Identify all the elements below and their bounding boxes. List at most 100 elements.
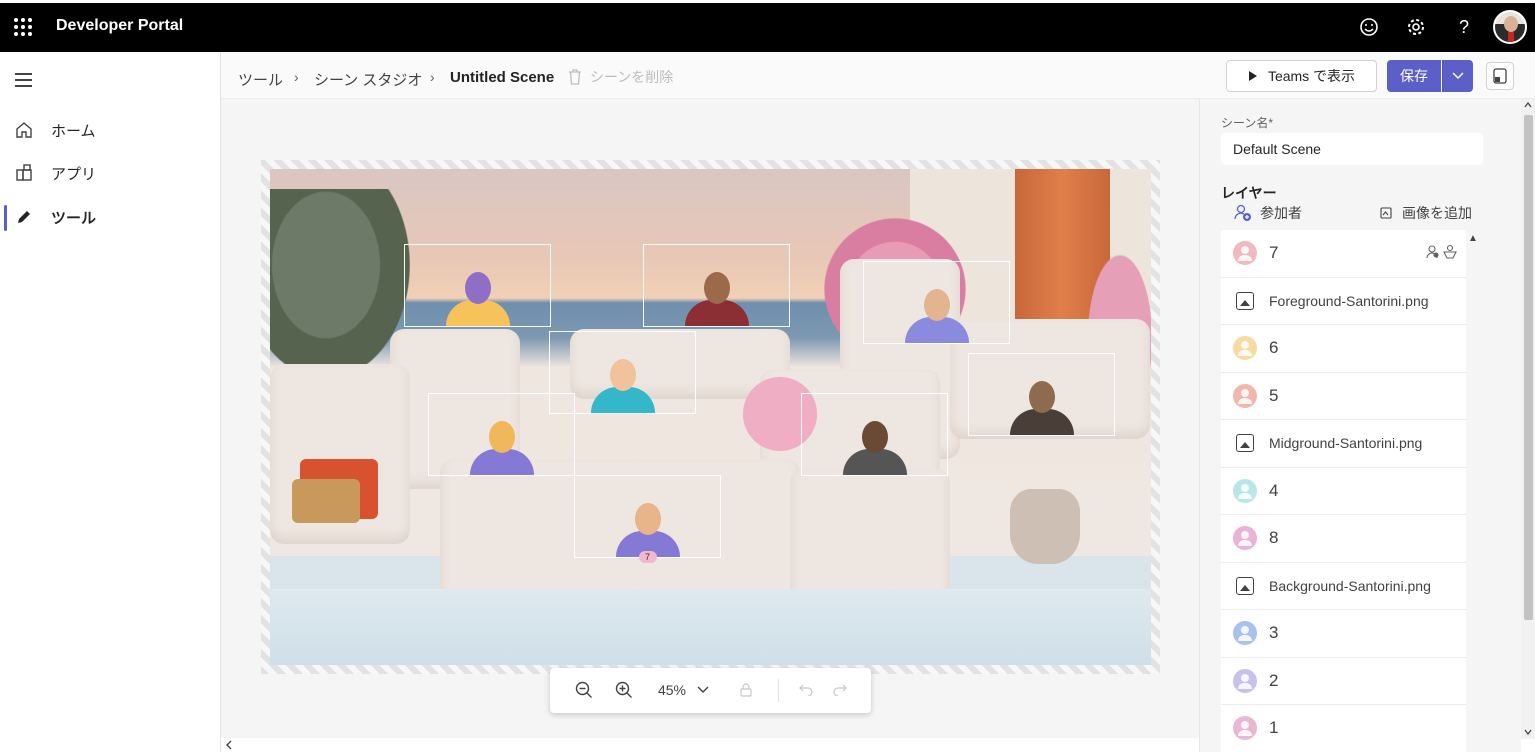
scrollbar-thumb[interactable] (1524, 115, 1533, 620)
hamburger-menu-icon[interactable] (15, 73, 32, 91)
zoom-level[interactable]: 45% (654, 680, 690, 700)
layer-label: Foreground-Santorini.png (1269, 292, 1429, 309)
layer-label: 2 (1269, 670, 1279, 690)
apps-icon (16, 164, 32, 181)
toggle-panel-button[interactable] (1486, 62, 1514, 90)
app-launcher-icon[interactable] (14, 18, 32, 36)
participant-avatar-icon (1233, 478, 1257, 503)
layer-list: 7 Foreground-Santorini.png 6 5 Midground… (1221, 230, 1466, 752)
breadcrumb-current-scene: Untitled Scene (450, 69, 555, 86)
command-bar: ツール › シーン スタジオ › Untitled Scene シーンを削除 T… (221, 52, 1535, 99)
undo-icon[interactable] (798, 680, 814, 700)
zoom-dropdown-chevron-icon[interactable] (695, 680, 711, 700)
scene-name-label: シーン名* (1221, 116, 1274, 130)
layer-item[interactable]: 2 (1221, 658, 1466, 705)
participant-slot[interactable] (404, 244, 551, 327)
pencil-icon (18, 211, 30, 223)
participant-slot[interactable]: 7 (574, 475, 721, 563)
add-participant-label: 参加者 (1260, 205, 1302, 221)
participant-slot[interactable] (801, 393, 948, 476)
participant-avatar: 7 (608, 497, 688, 563)
participant-avatar-icon (1233, 621, 1257, 646)
participant-avatar-icon (1233, 526, 1257, 551)
participant-avatar (462, 415, 542, 475)
layer-list-scroll-up-icon[interactable]: ▲ (1468, 233, 1478, 244)
lock-icon[interactable] (738, 680, 754, 700)
image-layer-icon (1236, 434, 1254, 453)
vertical-scrollbar[interactable] (1521, 99, 1535, 739)
zoom-toolbar: 45% (550, 668, 871, 713)
feedback-smiley-icon[interactable] (1358, 16, 1380, 38)
layer-label: Background-Santorini.png (1269, 577, 1431, 594)
nav-item-tools[interactable]: ツール (0, 197, 220, 237)
save-button[interactable]: 保存 (1387, 60, 1441, 92)
app-title[interactable]: Developer Portal (56, 17, 183, 35)
participant-slot[interactable] (428, 393, 575, 476)
layer-label: Midground-Santorini.png (1269, 435, 1423, 452)
nav-item-label: ホーム (51, 122, 96, 140)
participant-slot[interactable] (968, 353, 1115, 436)
participant-avatar (438, 266, 518, 326)
image-layer-icon (1236, 576, 1254, 595)
layer-label: 3 (1269, 623, 1279, 643)
participant-slot[interactable] (863, 261, 1010, 344)
layer-item[interactable]: 6 (1221, 325, 1466, 373)
panel-icon (1493, 68, 1507, 84)
save-options-dropdown[interactable] (1442, 60, 1473, 92)
layer-item[interactable]: Background-Santorini.png (1221, 563, 1466, 610)
scroll-up-icon[interactable] (1524, 102, 1532, 108)
layer-label: 5 (1269, 385, 1279, 405)
nav-item-apps[interactable]: アプリ (0, 153, 220, 193)
participant-avatar-icon (1233, 668, 1257, 693)
scroll-left-icon[interactable] (225, 740, 233, 750)
zoom-in-icon[interactable] (614, 680, 634, 700)
participant-slot[interactable] (643, 244, 790, 327)
layer-item[interactable]: 4 (1221, 468, 1466, 515)
home-icon (16, 122, 32, 138)
layers-heading: レイヤー (1221, 185, 1277, 201)
participant-number-badge: 7 (638, 551, 657, 563)
trash-icon (569, 69, 581, 85)
layer-item[interactable]: 3 (1221, 610, 1466, 658)
scroll-down-icon[interactable] (1524, 729, 1532, 735)
delete-scene-button[interactable]: シーンを削除 (568, 67, 673, 87)
participant-avatar-icon (1233, 716, 1257, 741)
scene-canvas-border: 7 (261, 160, 1160, 674)
layer-item[interactable]: 5 (1221, 373, 1466, 420)
nav-item-home[interactable]: ホーム (0, 110, 220, 150)
participant-avatar (835, 415, 915, 475)
participant-avatar (897, 283, 977, 343)
help-icon[interactable]: ? (1453, 16, 1475, 38)
layer-item[interactable]: Midground-Santorini.png (1221, 420, 1466, 468)
play-icon (1248, 71, 1257, 81)
user-avatar[interactable] (1493, 10, 1527, 44)
breadcrumb-scene-studio[interactable]: シーン スタジオ (314, 69, 422, 90)
layer-label: 6 (1269, 338, 1279, 358)
participant-avatar-icon (1233, 241, 1257, 266)
nav-item-label: アプリ (51, 165, 97, 183)
participant-avatar-icon (1233, 383, 1257, 408)
layer-label: 1 (1269, 718, 1279, 738)
redo-icon[interactable] (832, 680, 848, 700)
settings-gear-icon[interactable] (1405, 16, 1427, 38)
image-icon (1380, 207, 1392, 219)
participant-avatar (583, 353, 663, 413)
add-person-icon (1234, 204, 1251, 221)
nav-item-label: ツール (51, 209, 97, 227)
view-in-teams-button[interactable]: Teams で表示 (1226, 60, 1377, 92)
scene-preview-image[interactable]: 7 (270, 169, 1151, 665)
layer-item[interactable]: Foreground-Santorini.png (1221, 278, 1466, 325)
layer-item[interactable]: 8 (1221, 515, 1466, 563)
layer-item[interactable]: 1 (1221, 705, 1466, 752)
scene-name-input[interactable]: Default Scene (1221, 133, 1483, 165)
breadcrumb-tools[interactable]: ツール (238, 69, 283, 90)
chevron-right-icon: › (294, 69, 299, 85)
participant-avatar (1002, 375, 1082, 435)
participant-avatar-icon (1233, 336, 1257, 361)
view-in-teams-label: Teams で表示 (1267, 68, 1356, 84)
add-participant-button[interactable]: 参加者 (1234, 203, 1302, 223)
add-image-button[interactable]: 画像を追加 (1380, 203, 1472, 223)
layer-actions-icon[interactable] (1426, 244, 1458, 263)
layer-item[interactable]: 7 (1221, 230, 1466, 278)
zoom-out-icon[interactable] (574, 680, 594, 700)
